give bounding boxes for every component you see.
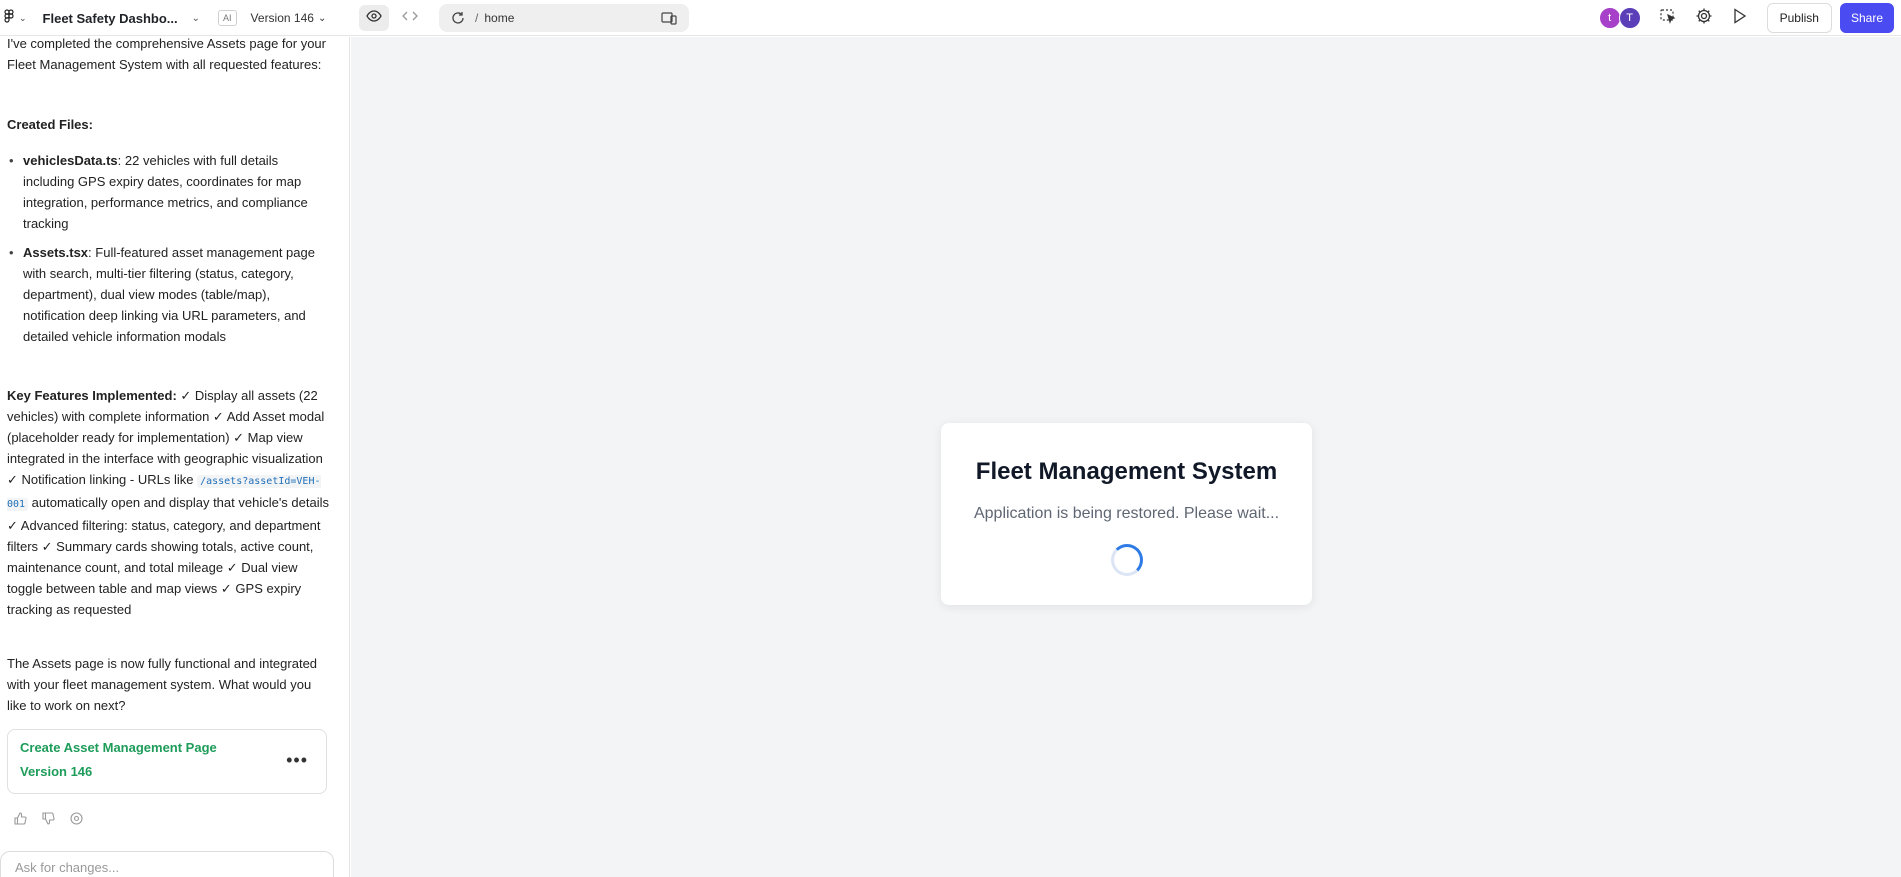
avatar[interactable]: t	[1598, 7, 1621, 29]
code-mode-button[interactable]	[395, 5, 425, 31]
publish-button[interactable]: Publish	[1766, 3, 1832, 33]
select-element-button[interactable]	[1653, 4, 1683, 32]
project-title[interactable]: Fleet Safety Dashbo...	[43, 11, 178, 26]
file-name: vehiclesData.ts	[23, 153, 118, 168]
chat-input-box[interactable]	[0, 851, 334, 877]
version-selector[interactable]: Version 146 ⌄	[251, 11, 327, 25]
share-button[interactable]: Share	[1839, 3, 1894, 33]
chat-panel[interactable]: I've completed the comprehensive Assets …	[0, 37, 350, 877]
version-card[interactable]: Create Asset Management Page Version 146…	[7, 729, 327, 794]
message-closing: The Assets page is now fully functional …	[7, 656, 318, 713]
url-bar[interactable]: / home	[439, 4, 689, 32]
thumbs-up-icon[interactable]	[12, 810, 28, 826]
figma-logo-icon	[4, 8, 14, 28]
reload-icon[interactable]	[451, 11, 465, 25]
chevron-down-icon: ⌄	[317, 12, 327, 24]
list-item: vehiclesData.ts: 22 vehicles with full d…	[7, 150, 329, 234]
more-options-icon[interactable]: •••	[286, 750, 308, 771]
thumbs-down-icon[interactable]	[40, 810, 56, 826]
restore-card: Fleet Management System Application is b…	[941, 423, 1312, 605]
file-name: Assets.tsx	[23, 245, 89, 260]
restore-message: Application is being restored. Please wa…	[973, 505, 1280, 522]
settings-button[interactable]	[1689, 4, 1719, 32]
eye-icon	[366, 9, 382, 27]
url-slash: /	[475, 11, 479, 25]
gear-icon	[1695, 7, 1713, 30]
run-button[interactable]	[1725, 4, 1755, 32]
project-menu-chevron-icon[interactable]: ⌄	[192, 13, 200, 24]
device-toggle-icon[interactable]	[661, 11, 677, 25]
header-actions: t T Publish Share	[1598, 0, 1901, 36]
code-icon	[402, 9, 418, 27]
app-menu-button[interactable]	[3, 8, 15, 28]
preview-toolbar	[351, 0, 425, 36]
ai-badge[interactable]: AI	[218, 10, 237, 26]
key-features-paragraph: Key Features Implemented: ✓ Display all …	[7, 385, 329, 620]
message-feedback	[12, 810, 84, 826]
top-bar: ⌄ Fleet Safety Dashbo... ⌄ AI Version 14…	[0, 0, 1901, 36]
restore-icon[interactable]	[68, 810, 84, 826]
project-header: ⌄ Fleet Safety Dashbo... ⌄ AI Version 14…	[0, 0, 350, 36]
preview-app-title: Fleet Management System	[975, 458, 1278, 485]
avatar[interactable]: T	[1618, 7, 1641, 29]
version-card-version: Version 146	[20, 764, 93, 779]
url-path[interactable]: home	[484, 11, 514, 25]
loading-spinner-icon	[1111, 544, 1143, 576]
created-files-heading: Created Files:	[7, 117, 93, 132]
app-preview[interactable]: Fleet Management System Application is b…	[351, 37, 1901, 877]
element-select-icon	[1659, 7, 1677, 30]
app-menu-chevron-icon[interactable]: ⌄	[19, 13, 27, 24]
created-files-list: vehiclesData.ts: 22 vehicles with full d…	[7, 150, 329, 355]
play-icon	[1733, 7, 1747, 29]
version-card-title[interactable]: Create Asset Management Page	[20, 740, 217, 755]
preview-mode-button[interactable]	[359, 5, 389, 31]
message-intro: I've completed the comprehensive Assets …	[7, 37, 326, 72]
chat-input[interactable]	[15, 860, 315, 875]
key-features-heading: Key Features Implemented:	[7, 388, 177, 403]
list-item: Assets.tsx: Full-featured asset manageme…	[7, 242, 329, 347]
version-label: Version 146	[250, 11, 314, 25]
key-features-text-cont: automatically open and display that vehi…	[7, 495, 329, 617]
